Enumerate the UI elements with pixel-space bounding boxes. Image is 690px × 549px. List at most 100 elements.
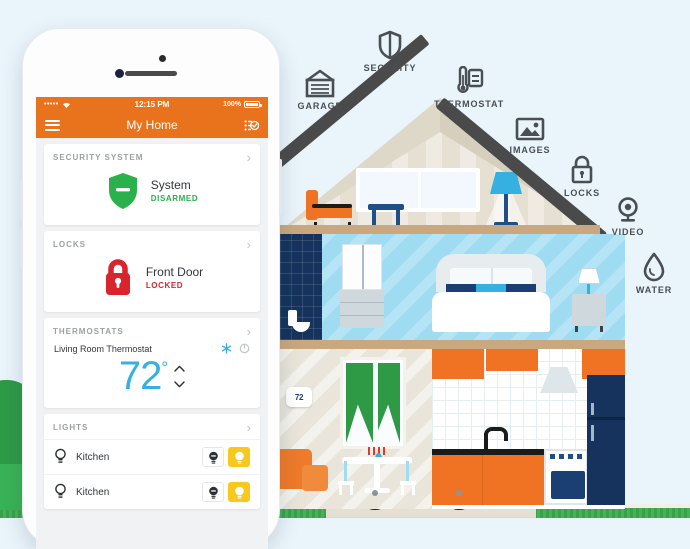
feature-water-label: WATER xyxy=(635,285,673,295)
temperature-row[interactable]: 72° xyxy=(44,354,260,408)
card-header[interactable]: THERMOSTATS › xyxy=(44,318,260,343)
camera-icon xyxy=(618,197,638,222)
security-item-name: System xyxy=(150,178,191,193)
bulb-off-icon xyxy=(208,451,218,464)
feature-garage[interactable]: GARAGE xyxy=(292,68,348,111)
card-header[interactable]: LOCKS › xyxy=(44,231,260,256)
light-name: Kitchen xyxy=(76,451,110,463)
phone-top-bezel xyxy=(23,29,279,97)
middle-floor xyxy=(280,234,625,340)
light-name: Kitchen xyxy=(76,486,110,498)
phone-screen: ••••• 12:15 PM 100% My Home SECURITY SYS… xyxy=(36,97,268,549)
wall-thermostat-reading: 72 xyxy=(294,392,304,402)
middle-floor-slab xyxy=(280,340,625,349)
bedroom xyxy=(322,234,625,340)
battery-icon xyxy=(244,101,262,108)
bulb-on-icon xyxy=(234,451,244,464)
shield-minus-icon xyxy=(108,173,137,209)
chevron-up-icon[interactable] xyxy=(174,365,185,372)
ground-floor: 72 xyxy=(280,349,625,509)
status-bar: ••••• 12:15 PM 100% xyxy=(36,97,268,112)
feature-water[interactable]: WATER xyxy=(626,252,682,295)
degree-symbol: ° xyxy=(161,358,168,377)
bathroom xyxy=(280,234,322,340)
feature-images-label: IMAGES xyxy=(509,145,551,155)
signal-dots-icon: ••••• xyxy=(44,101,59,108)
power-button[interactable] xyxy=(279,159,282,215)
feature-locks-label: LOCKS xyxy=(564,188,600,198)
phone-device: ••••• 12:15 PM 100% My Home SECURITY SYS… xyxy=(20,28,282,549)
light-off-button[interactable] xyxy=(202,447,224,467)
chevron-right-icon[interactable]: › xyxy=(247,238,251,251)
proximity-sensor xyxy=(159,55,166,62)
thermostat-device-row[interactable]: Living Room Thermostat xyxy=(44,343,260,354)
light-on-button[interactable] xyxy=(228,447,250,467)
chevron-right-icon[interactable]: › xyxy=(247,151,251,164)
house-cutaway: 72 xyxy=(259,34,625,518)
lock-item-state: LOCKED xyxy=(145,280,184,290)
temperature-value: 72° xyxy=(118,354,168,398)
page-title: My Home xyxy=(126,118,178,132)
thermostat-device-name: Living Room Thermostat xyxy=(54,343,152,354)
kitchen-faucet xyxy=(484,427,508,451)
card-title-lights: LIGHTS xyxy=(53,423,89,432)
list-item[interactable]: Kitchen xyxy=(44,474,260,509)
attic-sofa xyxy=(306,190,352,226)
dashboard-content[interactable]: SECURITY SYSTEM › System DISARMED LOCKS … xyxy=(36,138,268,549)
card-thermostats[interactable]: THERMOSTATS › Living Room Thermostat 72° xyxy=(44,318,260,408)
wifi-icon xyxy=(62,102,70,108)
lock-item-name: Front Door xyxy=(145,265,204,280)
attic-floor-lamp xyxy=(482,172,530,226)
feature-security[interactable]: SECURITY xyxy=(362,30,418,73)
card-title-locks: LOCKS xyxy=(53,240,86,249)
attic-floor-slab xyxy=(280,225,600,234)
front-camera xyxy=(115,69,124,78)
bed xyxy=(432,254,550,332)
light-on-button[interactable] xyxy=(228,482,250,502)
card-header[interactable]: LIGHTS › xyxy=(44,414,260,439)
earpiece-speaker xyxy=(125,71,177,76)
nav-bar: My Home xyxy=(36,112,268,138)
chevron-right-icon[interactable]: › xyxy=(247,325,251,338)
feature-thermostat-label: THERMOSTAT xyxy=(434,99,505,109)
nightstand xyxy=(572,268,606,332)
card-locks[interactable]: LOCKS › Front Door LOCKED xyxy=(44,231,260,312)
list-item[interactable]: Kitchen xyxy=(44,439,260,474)
feature-locks[interactable]: LOCKS xyxy=(556,155,608,198)
checklist-icon[interactable] xyxy=(244,119,259,132)
snowflake-icon[interactable] xyxy=(221,343,232,354)
power-icon[interactable] xyxy=(239,343,250,354)
locks-status-text: Front Door LOCKED xyxy=(145,265,204,290)
security-status-text: System DISARMED xyxy=(150,178,198,203)
volume-down-button[interactable] xyxy=(20,229,23,269)
thermometer-icon xyxy=(457,66,484,93)
volume-up-button[interactable] xyxy=(20,179,23,219)
hamburger-menu-icon[interactable] xyxy=(45,117,60,133)
chevron-right-icon[interactable]: › xyxy=(247,421,251,434)
padlock-icon xyxy=(571,155,593,184)
feature-garage-label: GARAGE xyxy=(297,101,343,111)
toilet xyxy=(288,310,310,336)
card-lights[interactable]: LIGHTS › Kitchen Kitchen xyxy=(44,414,260,509)
bulb-on-icon xyxy=(234,486,244,499)
chevron-down-icon[interactable] xyxy=(174,380,185,388)
wall-thermostat: 72 xyxy=(286,387,312,407)
light-off-button[interactable] xyxy=(202,482,224,502)
locks-status-row[interactable]: Front Door LOCKED xyxy=(44,256,260,312)
card-header[interactable]: SECURITY SYSTEM › xyxy=(44,144,260,169)
feature-images[interactable]: IMAGES xyxy=(500,116,560,155)
patio-door xyxy=(340,357,406,449)
padlock-icon xyxy=(105,259,130,295)
refrigerator xyxy=(587,375,625,505)
bulb-off-icon xyxy=(208,486,218,499)
temperature-steppers[interactable] xyxy=(174,365,185,388)
garage-door-icon xyxy=(305,69,335,98)
card-security-system[interactable]: SECURITY SYSTEM › System DISARMED xyxy=(44,144,260,225)
dresser xyxy=(340,244,384,332)
armchair xyxy=(280,449,328,495)
security-status-row[interactable]: System DISARMED xyxy=(44,169,260,225)
feature-thermostat[interactable]: THERMOSTAT xyxy=(434,66,505,109)
shield-icon xyxy=(378,30,402,60)
stove xyxy=(544,449,588,505)
feature-video[interactable]: VIDEO xyxy=(602,196,654,237)
